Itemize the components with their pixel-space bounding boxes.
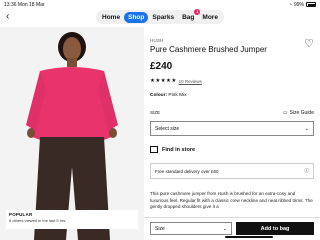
back-button[interactable]: ‹ bbox=[6, 10, 9, 24]
heart-icon[interactable]: ♡ bbox=[304, 39, 314, 50]
product-brand[interactable]: HUSH bbox=[150, 38, 164, 43]
find-in-store-button[interactable]: Find in store bbox=[150, 146, 195, 153]
home-indicator bbox=[225, 236, 273, 238]
add-to-bag-button[interactable]: Add to bag bbox=[236, 222, 314, 235]
star-rating: ★★★★★ bbox=[150, 78, 177, 84]
status-date: Mon 18 Mar bbox=[17, 1, 45, 8]
store-icon bbox=[150, 146, 158, 153]
popular-subtitle: 6 others viewed in the last 5 hrs bbox=[9, 218, 66, 223]
chevron-down-icon: ⌄ bbox=[222, 225, 227, 232]
status-bar: 13:36 Mon 18 Mar ◔ 99% bbox=[0, 0, 320, 9]
product-description: This pure cashmere jumper from Hush is b… bbox=[150, 191, 313, 209]
wifi-icon: ◔ bbox=[288, 1, 292, 8]
battery-icon bbox=[306, 2, 316, 7]
product-title: Pure Cashmere Brushed Jumper bbox=[150, 45, 267, 54]
product-image[interactable]: POPULAR 6 others viewed in the last 5 hr… bbox=[0, 27, 144, 240]
find-in-store-label: Find in store bbox=[162, 146, 195, 153]
chevron-down-icon: ⌄ bbox=[304, 125, 309, 132]
tab-home[interactable]: Home bbox=[98, 12, 124, 23]
model-photo bbox=[0, 27, 144, 240]
popular-notice: POPULAR 6 others viewed in the last 5 hr… bbox=[6, 210, 138, 229]
product-price: £240 bbox=[150, 61, 173, 72]
ruler-icon: ▭ bbox=[282, 110, 288, 116]
tab-shop[interactable]: Shop bbox=[124, 11, 149, 23]
colour-label: Colour: bbox=[150, 93, 168, 98]
tab-sparks[interactable]: Sparks bbox=[148, 12, 178, 23]
status-time: 13:36 bbox=[4, 1, 17, 8]
size-guide-link[interactable]: ▭ Size Guide bbox=[283, 110, 314, 116]
battery-percent: 99% bbox=[293, 1, 304, 8]
size-select-placeholder: Select size bbox=[155, 125, 180, 132]
popular-title: POPULAR bbox=[9, 212, 33, 217]
tab-bag-label: Bag bbox=[182, 13, 195, 21]
nav-tabs: Home Shop Sparks Bag 1 More bbox=[96, 8, 224, 24]
size-guide-label: Size Guide bbox=[289, 110, 314, 116]
tab-more[interactable]: More bbox=[198, 12, 222, 23]
bottom-size-label: Size bbox=[155, 225, 165, 232]
size-label: SIZE bbox=[150, 110, 161, 115]
product-details: HUSH Pure Cashmere Brushed Jumper ♡ £240… bbox=[144, 27, 320, 240]
delivery-info[interactable]: Free standard delivery over £60 ⓘ bbox=[150, 163, 314, 179]
top-nav: ‹ Home Shop Sparks Bag 1 More bbox=[0, 8, 320, 27]
size-select[interactable]: Select size ⌄ bbox=[150, 121, 314, 136]
bottom-size-dropdown[interactable]: Size ⌄ bbox=[150, 222, 232, 235]
colour-value: Pink Mix bbox=[168, 93, 187, 98]
rating[interactable]: ★★★★★ 10 Reviews bbox=[150, 78, 202, 84]
reviews-link[interactable]: 10 Reviews bbox=[179, 79, 202, 84]
info-icon[interactable]: ⓘ bbox=[305, 168, 310, 174]
tab-bag[interactable]: Bag 1 bbox=[178, 8, 201, 23]
size-row: SIZE ▭ Size Guide bbox=[150, 110, 314, 116]
delivery-text: Free standard delivery over £60 bbox=[155, 168, 219, 174]
colour-info: Colour: Pink Mix bbox=[150, 93, 187, 98]
